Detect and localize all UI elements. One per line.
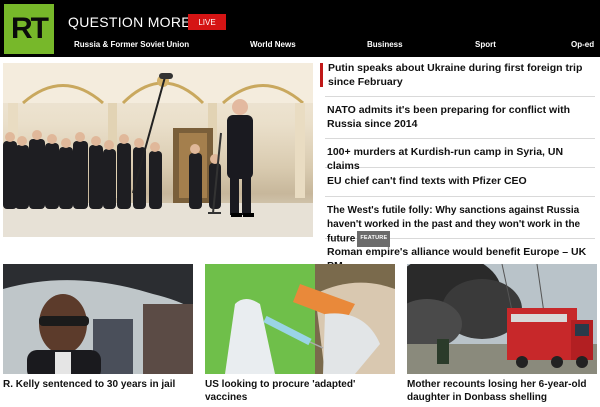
headline-4[interactable]: EU chief can't find texts with Pfizer CE… [325,175,595,189]
nav-business[interactable]: Business [367,40,403,49]
nav-russia[interactable]: Russia & Former Soviet Union [74,40,189,49]
headline-6[interactable]: Roman empire's alliance would benefit Eu… [325,246,595,272]
nav-sport[interactable]: Sport [475,40,496,49]
headline-4-text: EU chief can't find texts with Pfizer CE… [327,175,527,187]
card-title-donbass[interactable]: Mother recounts losing her 6-year-old da… [407,378,597,404]
divider [325,96,595,97]
hero-image[interactable] [3,63,313,237]
headline-3[interactable]: 100+ murders at Kurdish-run camp in Syri… [325,146,595,172]
headline-2[interactable]: NATO admits it's been preparing for conf… [325,104,595,131]
headline-1-text: Putin speaks about Ukraine during first … [328,62,583,88]
live-button[interactable]: LIVE [188,14,226,30]
nav-op-ed[interactable]: Op-ed [571,40,594,49]
tagline: QUESTION MORE [68,14,191,30]
divider [325,138,595,139]
card-title-r-kelly[interactable]: R. Kelly sentenced to 30 years in jail [3,378,193,391]
nav-world-news[interactable]: World News [250,40,296,49]
divider [325,196,595,197]
site-header: RT QUESTION MORE LIVE Russia & Former So… [0,0,600,57]
card-image-donbass[interactable] [407,264,597,374]
card-image-vaccines[interactable] [205,264,395,374]
logo-text: RT [11,12,49,45]
headline-1[interactable]: Putin speaks about Ukraine during first … [320,62,595,89]
card-title-vaccines[interactable]: US looking to procure 'adapted' vaccines [205,378,395,404]
divider [325,167,595,168]
headline-2-text: NATO admits it's been preparing for conf… [327,104,571,130]
headline-5[interactable]: The West's futile folly: Why sanctions a… [325,204,595,247]
rt-logo[interactable]: RT [4,4,54,54]
feature-badge: FEATURE [357,231,391,247]
card-image-r-kelly[interactable] [3,264,193,374]
headline-list: Putin speaks about Ukraine during first … [320,62,595,272]
